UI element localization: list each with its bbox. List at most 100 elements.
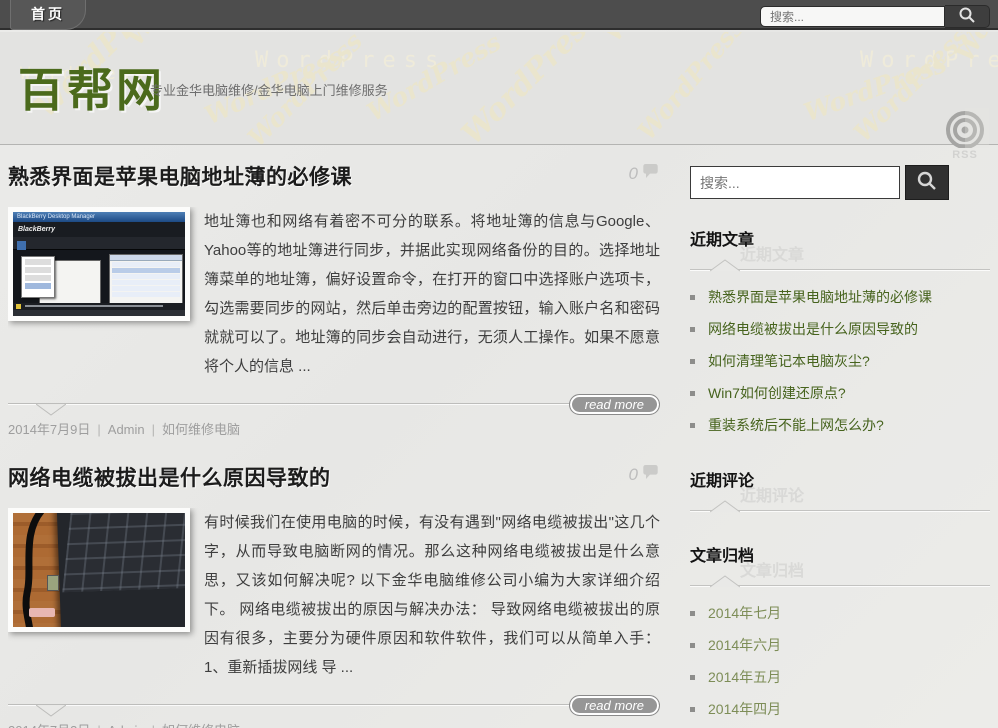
recent-post-link[interactable]: 如何清理笔记本电脑灰尘? [708, 353, 870, 369]
search-icon [958, 6, 976, 27]
meta-separator: | [152, 723, 155, 728]
post-title-link[interactable]: 网络电缆被拔出是什么原因导致的 [8, 462, 331, 492]
thumb-photo-plug [29, 608, 55, 617]
bullet-icon [690, 707, 695, 712]
widget-recent-comments: 近期评论 近期评论 [690, 467, 990, 516]
search-icon [916, 170, 938, 195]
post-item: 网络电缆被拔出是什么原因导致的 0 有时候我们在使用电脑的时候，有没 [8, 462, 660, 728]
thumb-photo-keys [63, 509, 190, 593]
rss-link[interactable]: RSS [936, 108, 994, 161]
post-divider: read more [8, 694, 660, 716]
post-meta: 2014年7月3日 | Admin | 如何维修电脑 [8, 720, 660, 728]
list-item: 如何清理笔记本电脑灰尘? [690, 345, 990, 377]
watermark-text: WordPress [255, 48, 446, 73]
widget-list: 熟悉界面是苹果电脑地址薄的必修课 网络电缆被拔出是什么原因导致的 如何清理笔记本… [690, 281, 990, 441]
read-more-button[interactable]: read more [569, 695, 660, 716]
bullet-icon [690, 327, 695, 332]
widget-divider [690, 265, 990, 275]
list-item: 网络电缆被拔出是什么原因导致的 [690, 313, 990, 345]
read-more-button[interactable]: read more [569, 394, 660, 415]
site-logo[interactable]: 百帮网 [18, 54, 165, 120]
thumb-brand-label: BlackBerry [13, 222, 185, 237]
post-category-link[interactable]: 如何维修电脑 [162, 723, 240, 728]
post-date: 2014年7月3日 [8, 723, 90, 728]
divider-line [8, 403, 660, 405]
top-bar: 首页 [0, 0, 998, 30]
list-item: 2014年七月 [690, 597, 990, 629]
list-item: 重装系统后不能上网怎么办? [690, 409, 990, 441]
main-content: 熟悉界面是苹果电脑地址薄的必修课 0 BlackBerry Desktop Ma… [8, 145, 660, 728]
comment-bubble-icon [643, 464, 660, 485]
recent-post-link[interactable]: 网络电缆被拔出是什么原因导致的 [708, 321, 918, 337]
post-author-link[interactable]: Admin [108, 422, 145, 437]
list-item: 熟悉界面是苹果电脑地址薄的必修课 [690, 281, 990, 313]
comment-bubble-icon [643, 163, 660, 184]
watermark-text: WordPress [632, 32, 750, 145]
thumb-photo-laptop [57, 508, 190, 632]
thumb-window-titlebar: BlackBerry Desktop Manager [13, 212, 185, 222]
bullet-icon [690, 359, 695, 364]
post-category-link[interactable]: 如何维修电脑 [162, 422, 240, 437]
watermark-text: WordPress [120, 32, 229, 51]
widget-archives: 文章归档 文章归档 2014年七月 2014年六月 2014年五月 2014年四… [690, 542, 990, 728]
widget-divider [690, 581, 990, 591]
thumb-warning-bar [13, 303, 185, 310]
post-title-link[interactable]: 熟悉界面是苹果电脑地址薄的必修课 [8, 161, 352, 191]
widget-title: 近期评论 [690, 467, 990, 491]
post-divider: read more [8, 393, 660, 415]
watermark-text: WordPress [598, 32, 707, 47]
site-header: WordPress WordPress WordPress WordPress … [0, 32, 998, 145]
bullet-icon [690, 295, 695, 300]
post-excerpt: 地址簿也和网络有着密不可分的联系。将地址簿的信息与Google、Yahoo等的地… [204, 207, 660, 381]
thumb-photo-connector [47, 575, 59, 591]
topbar-search-button[interactable] [945, 5, 990, 28]
meta-separator: | [97, 422, 100, 437]
nav-tab-home[interactable]: 首页 [10, 0, 86, 30]
topbar-search [760, 5, 990, 28]
watermark-text: WordPress [455, 32, 607, 145]
widget-divider [690, 506, 990, 516]
divider-notch [710, 258, 740, 272]
list-item: 2014年五月 [690, 661, 990, 693]
divider-notch [36, 403, 66, 417]
bullet-icon [690, 391, 695, 396]
divider-notch [710, 574, 740, 588]
comment-count[interactable]: 0 [629, 163, 660, 184]
post-thumbnail[interactable]: BlackBerry Desktop Manager BlackBerry [8, 207, 190, 321]
widget-title: 文章归档 [690, 542, 990, 566]
bullet-icon [690, 611, 695, 616]
widget-list: 2014年七月 2014年六月 2014年五月 2014年四月 2014年三月 [690, 597, 990, 728]
divider-notch [36, 704, 66, 718]
widget-recent-posts: 近期文章 近期文章 熟悉界面是苹果电脑地址薄的必修课 网络电缆被拔出是什么原因导… [690, 226, 990, 441]
meta-separator: | [152, 422, 155, 437]
sidebar-search [690, 165, 990, 200]
list-item: 2014年四月 [690, 693, 990, 725]
recent-post-link[interactable]: Win7如何创建还原点? [708, 385, 846, 401]
recent-post-link[interactable]: 重装系统后不能上网怎么办? [708, 417, 884, 433]
watermark-text: WordPress [800, 49, 950, 127]
watermark-text: WordPress [860, 48, 998, 73]
post-excerpt: 有时候我们在使用电脑的时候，有没有遇到"网络电缆被拔出"这几个字，从而导致电脑断… [204, 508, 660, 682]
topbar-search-input[interactable] [760, 6, 945, 27]
thumb-status-bar [13, 310, 185, 316]
list-item: Win7如何创建还原点? [690, 377, 990, 409]
archive-link[interactable]: 2014年六月 [708, 637, 781, 653]
archive-link[interactable]: 2014年七月 [708, 605, 781, 621]
watermark-text: WordPress [950, 32, 998, 66]
comment-count[interactable]: 0 [629, 464, 660, 485]
sidebar-search-button[interactable] [905, 165, 949, 200]
post-thumbnail[interactable] [8, 508, 190, 632]
post-author-link[interactable]: Admin [108, 723, 145, 728]
post-item: 熟悉界面是苹果电脑地址薄的必修课 0 BlackBerry Desktop Ma… [8, 161, 660, 438]
bullet-icon [690, 423, 695, 428]
thumb-toolbar [13, 237, 185, 250]
list-item: 2014年六月 [690, 629, 990, 661]
sidebar-search-input[interactable] [690, 166, 900, 199]
site-tagline: 专业金华电脑维修/金华电脑上门维修服务 [150, 80, 388, 99]
archive-link[interactable]: 2014年五月 [708, 669, 781, 685]
archive-link[interactable]: 2014年四月 [708, 701, 781, 717]
meta-separator: | [97, 723, 100, 728]
recent-post-link[interactable]: 熟悉界面是苹果电脑地址薄的必修课 [708, 289, 932, 305]
post-meta: 2014年7月9日|Admin|如何维修电脑 [8, 419, 660, 438]
divider-notch [710, 499, 740, 513]
